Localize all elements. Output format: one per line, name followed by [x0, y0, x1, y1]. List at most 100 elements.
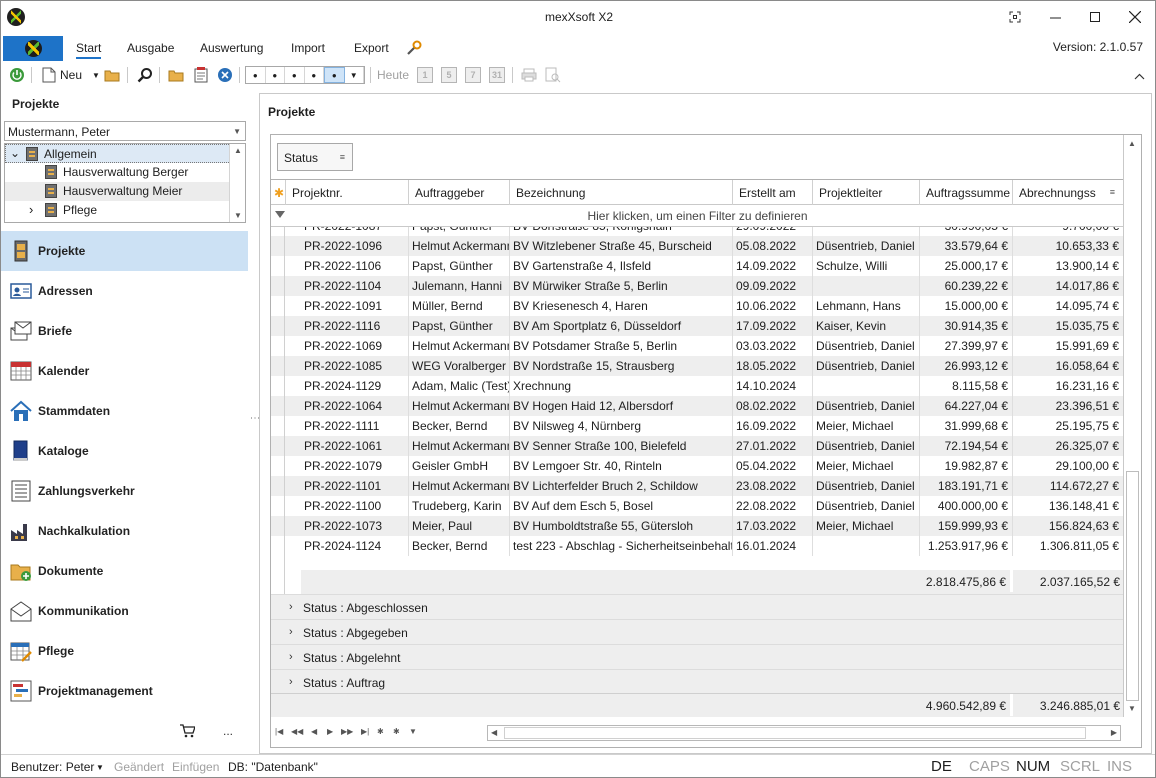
tree-item-hausverwaltung-berger[interactable]: Hausverwaltung Berger	[5, 163, 231, 182]
group-row-abgegeben[interactable]: › Status : Abgegeben	[271, 619, 1124, 644]
row-indicator[interactable]	[271, 296, 285, 316]
auto-filter-row[interactable]: Hier klicken, um einen Filter zu definie…	[271, 205, 1124, 227]
chevron-down-icon[interactable]: ⌄	[10, 146, 20, 160]
nav-item-pflege[interactable]: Pflege	[1, 631, 248, 671]
minimize-button[interactable]	[1035, 1, 1075, 33]
chevron-right-icon[interactable]: ›	[289, 601, 293, 613]
table-row[interactable]: PR-2022-1116 Papst, Günther BV Am Sportpla…	[271, 316, 1124, 336]
maximize-button[interactable]	[1075, 1, 1115, 33]
tab-import[interactable]: Import	[291, 41, 325, 55]
table-row[interactable]: PR-2022-1064 Helmut Ackermann BV Hogen Hai…	[271, 396, 1124, 416]
nav-item-dokumente[interactable]: Dokumente	[1, 551, 248, 591]
tree-item-pflege[interactable]: › Pflege	[5, 201, 231, 220]
first-record-icon[interactable]: |◀	[275, 727, 283, 736]
column-header-abrechnungssumme[interactable]: Abrechnungss ≡	[1013, 180, 1124, 205]
next-page-icon[interactable]: ▶▶	[341, 727, 353, 736]
chevron-down-icon[interactable]: ▼	[96, 763, 104, 772]
row-indicator[interactable]	[271, 536, 285, 556]
row-indicator[interactable]	[271, 496, 285, 516]
column-header-auftraggeber[interactable]: Auftraggeber	[409, 180, 510, 205]
previous-record-icon[interactable]: ◀	[311, 727, 317, 736]
chevron-down-icon[interactable]: ▼	[345, 67, 364, 83]
view-mode-2-icon[interactable]: ●	[266, 67, 285, 83]
search-icon[interactable]	[136, 66, 154, 84]
tree-scrollbar[interactable]: ▲ ▼	[229, 144, 245, 222]
table-row[interactable]: PR-2022-1061 Helmut Ackermann BV Senner St…	[271, 436, 1124, 456]
row-indicator[interactable]	[271, 276, 285, 296]
table-row[interactable]: PR-2022-1087 Papst, Günther BV Dorfstraß…	[271, 227, 1124, 236]
table-row[interactable]: PR-2022-1073 Meier, Paul BV Humboldtstraße…	[271, 516, 1124, 536]
nav-item-projektmanagement[interactable]: Projektmanagement	[1, 671, 248, 711]
view-mode-1-icon[interactable]: ●	[246, 67, 266, 83]
nav-item-projekte[interactable]: Projekte	[1, 231, 248, 271]
chevron-down-icon[interactable]: ▼	[233, 127, 241, 136]
row-indicator[interactable]	[271, 396, 285, 416]
row-indicator[interactable]	[271, 336, 285, 356]
group-by-status-chip[interactable]: Status ≡	[277, 143, 353, 171]
chevron-right-icon[interactable]: ›	[289, 651, 293, 663]
nav-item-nachkalkulation[interactable]: Nachkalkulation	[1, 511, 248, 551]
close-button[interactable]	[1115, 1, 1155, 33]
new-document-icon[interactable]	[40, 66, 58, 84]
chevron-right-icon[interactable]: ›	[289, 676, 293, 688]
scroll-up-icon[interactable]: ▲	[1128, 139, 1136, 148]
view-mode-4-icon[interactable]: ●	[305, 67, 324, 83]
close-project-icon[interactable]	[216, 66, 234, 84]
calendar-day-icon[interactable]: 1	[417, 67, 433, 83]
table-row[interactable]: PR-2024-1129 Adam, Malic (Test) Xrechnung 1…	[271, 376, 1124, 396]
row-indicator[interactable]	[271, 256, 285, 276]
table-row[interactable]: PR-2024-1124 Becker, Bernd test 223 - Absc…	[271, 536, 1124, 556]
nav-item-stammdaten[interactable]: Stammdaten	[1, 391, 248, 431]
nav-item-kommunikation[interactable]: Kommunikation	[1, 591, 248, 631]
tree-item-allgemein[interactable]: ⌄ Allgemein	[5, 144, 231, 163]
group-row-abgeschlossen[interactable]: › Status : Abgeschlossen	[271, 594, 1124, 619]
nav-item-kalender[interactable]: Kalender	[1, 351, 248, 391]
print-icon[interactable]	[520, 66, 538, 84]
row-indicator[interactable]	[271, 236, 285, 256]
table-row[interactable]: PR-2022-1096 Helmut Ackermann BV Witzleben…	[271, 236, 1124, 256]
user-select[interactable]: Mustermann, Peter ▼	[4, 121, 246, 141]
tools-icon[interactable]	[405, 39, 423, 57]
nav-item-kataloge[interactable]: Kataloge	[1, 431, 248, 471]
scroll-up-icon[interactable]: ▲	[234, 146, 242, 155]
row-indicator[interactable]	[271, 436, 285, 456]
horizontal-scrollbar[interactable]: ◀ ▶	[487, 725, 1121, 741]
tree-item-hausverwaltung-meier[interactable]: Hausverwaltung Meier	[5, 182, 231, 201]
row-indicator[interactable]	[271, 516, 285, 536]
screen-capture-icon[interactable]	[995, 1, 1035, 33]
append-record-icon[interactable]: ✱	[377, 727, 384, 736]
calendar-week-icon[interactable]: 7	[465, 67, 481, 83]
table-row[interactable]: PR-2022-1101 Helmut Ackermann BV Lichterfe…	[271, 476, 1124, 496]
view-mode-5-icon[interactable]: ●	[324, 67, 345, 83]
notes-icon[interactable]	[192, 66, 210, 84]
new-button-label[interactable]: Neu	[60, 68, 82, 82]
next-record-icon[interactable]: ▶	[327, 727, 333, 736]
group-row-auftrag[interactable]: › Status : Auftrag	[271, 669, 1124, 694]
tab-export[interactable]: Export	[354, 41, 389, 55]
column-header-bezeichnung[interactable]: Bezeichnung	[510, 180, 733, 205]
row-indicator[interactable]	[271, 376, 285, 396]
column-header-auftragssumme[interactable]: Auftragssumme	[920, 180, 1013, 205]
sort-icon[interactable]: ≡	[340, 152, 345, 162]
table-row[interactable]: PR-2022-1111 Becker, Bernd BV Nilsweg 4, N…	[271, 416, 1124, 436]
chevron-right-icon[interactable]: ›	[29, 202, 33, 217]
table-row[interactable]: PR-2022-1069 Helmut Ackermann BV Potsdamer…	[271, 336, 1124, 356]
filter-icon[interactable]: ▼	[409, 727, 417, 736]
row-indicator[interactable]	[271, 416, 285, 436]
row-indicator[interactable]	[271, 316, 285, 336]
print-preview-icon[interactable]	[544, 66, 562, 84]
scrollbar-thumb[interactable]	[1126, 471, 1139, 701]
column-header-projektleiter[interactable]: Projektleiter	[813, 180, 920, 205]
row-indicator[interactable]	[271, 456, 285, 476]
previous-page-icon[interactable]: ◀◀	[291, 727, 303, 736]
table-row[interactable]: PR-2022-1079 Geisler GmbH BV Lemgoer Str. …	[271, 456, 1124, 476]
nav-item-zahlungsverkehr[interactable]: Zahlungsverkehr	[1, 471, 248, 511]
table-row[interactable]: PR-2022-1085WEG Voralberger RingBV Nords…	[271, 356, 1124, 376]
tab-start[interactable]: Start	[76, 41, 102, 59]
column-header-projektnr[interactable]: Projektnr.	[285, 180, 409, 205]
calendar-month-icon[interactable]: 31	[489, 67, 505, 83]
table-row[interactable]: PR-2022-1100 Trudeberg, Karin BV Auf dem E…	[271, 496, 1124, 516]
scroll-left-icon[interactable]: ◀	[491, 728, 497, 737]
row-indicator[interactable]	[271, 356, 285, 376]
sort-icon[interactable]: ≡	[1110, 187, 1115, 197]
